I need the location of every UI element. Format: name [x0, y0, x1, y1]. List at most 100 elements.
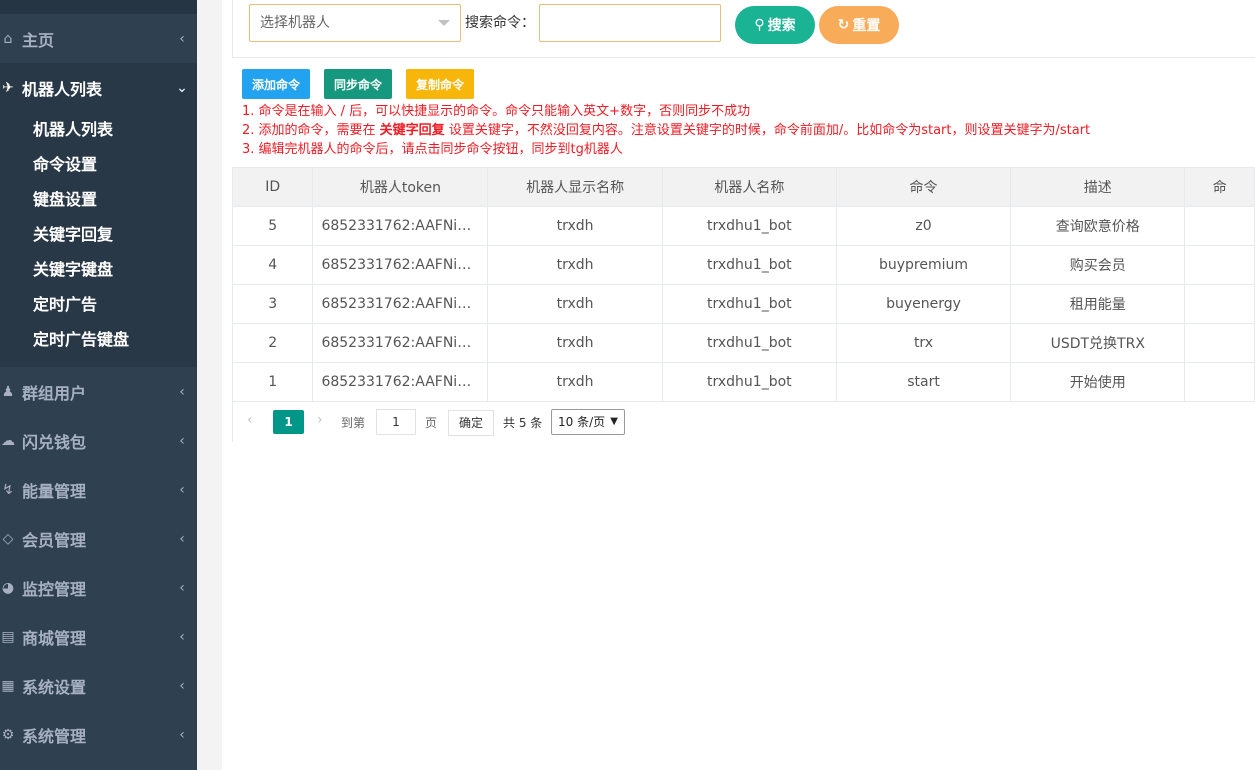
caret-down-icon [438, 20, 450, 26]
page-size-select[interactable]: 10 条/页 ▼ [551, 409, 625, 435]
cell-bot-name: trxdhu1_bot [661, 206, 837, 246]
cell-token: 6852331762:AAFNi3… [312, 284, 489, 324]
chevron-left-icon: ‹ [179, 677, 185, 694]
cell-display-name: trxdh [487, 284, 663, 324]
table-row[interactable]: 5 6852331762:AAFNi3… trxdh trxdhu1_bot z… [231, 206, 1255, 246]
reset-button[interactable]: ↻ 重置 [819, 6, 899, 44]
sidebar: ⌂ 主页 ‹ ✈ 机器人列表 ⌄ 机器人列表 命令设置 键盘设置 关键字回复 关… [0, 0, 197, 770]
cell-command: start [835, 362, 1012, 402]
sidebar-item-label: 系统管理 [22, 726, 87, 746]
submenu-item-scheduled-ads-keyboard[interactable]: 定时广告键盘 [33, 322, 129, 357]
sidebar-item-label: 机器人列表 [22, 79, 103, 99]
cell-description: USDT兑换TRX [1010, 323, 1186, 363]
submenu: 机器人列表 命令设置 键盘设置 关键字回复 关键字键盘 定时广告 定时广告键盘 [0, 112, 197, 367]
reset-button-label: 重置 [852, 18, 881, 34]
table-row[interactable]: 4 6852331762:AAFNi3… trxdh trxdhu1_bot b… [231, 245, 1255, 285]
sidebar-item-members[interactable]: ◇ 会员管理 ‹ [0, 514, 197, 563]
chevron-left-icon[interactable]: ‹ [247, 412, 253, 428]
instructions: 1. 命令是在输入 / 后，可以快捷显示的命令。命令只能输入英文+数字，否则同步… [242, 102, 1090, 159]
table-row[interactable]: 3 6852331762:AAFNi3… trxdh trxdhu1_bot b… [231, 284, 1255, 324]
cell-id: 1 [231, 362, 314, 402]
cell-id: 2 [231, 323, 314, 363]
sidebar-item-robot-list[interactable]: ✈ 机器人列表 ⌄ [0, 63, 197, 112]
cell-more [1184, 362, 1255, 402]
sidebar-item-energy[interactable]: ↯ 能量管理 ‹ [0, 465, 197, 514]
pie-icon: ◕ [1, 579, 15, 596]
cell-more [1184, 245, 1255, 285]
table-row[interactable]: 1 6852331762:AAFNi3… trxdh trxdhu1_bot s… [231, 362, 1255, 402]
column-header-command[interactable]: 命令 [835, 167, 1012, 207]
instruction-text: 设置关键字，不然没回复内容。注意设置关键字的时候，命令前面加/。比如命令为sta… [444, 123, 1091, 138]
cell-token: 6852331762:AAFNi3… [312, 206, 489, 246]
page-number-current[interactable]: 1 [273, 410, 304, 434]
sidebar-item-label: 监控管理 [22, 579, 87, 599]
diamond-icon: ◇ [2, 530, 14, 547]
cell-description: 查询欧意价格 [1010, 206, 1186, 246]
sidebar-header [0, 0, 197, 14]
submenu-item-keyword-keyboard[interactable]: 关键字键盘 [33, 252, 113, 287]
commands-table: ID 机器人token 机器人显示名称 机器人名称 命令 描述 命 5 6852… [231, 167, 1255, 402]
gear-icon: ⚙ [1, 726, 15, 743]
cell-display-name: trxdh [487, 362, 663, 402]
cell-id: 5 [231, 206, 314, 246]
cell-description: 购买会员 [1010, 245, 1186, 285]
cell-token: 6852331762:AAFNi3… [312, 323, 489, 363]
submenu-item-scheduled-ads[interactable]: 定时广告 [33, 287, 97, 322]
cell-command: buypremium [835, 245, 1012, 285]
add-command-button[interactable]: 添加命令 [242, 69, 310, 99]
sidebar-item-group-users[interactable]: ♟ 群组用户 ‹ [0, 367, 197, 416]
goto-page-input[interactable]: 1 [376, 409, 416, 435]
sidebar-item-shop[interactable]: ▤ 商城管理 ‹ [0, 612, 197, 661]
cell-token: 6852331762:AAFNi3… [312, 362, 489, 402]
search-icon: ⚲ [754, 17, 765, 33]
chevron-right-icon[interactable]: › [317, 412, 323, 428]
table-row[interactable]: 2 6852331762:AAFNi3… trxdh trxdhu1_bot t… [231, 323, 1255, 363]
chevron-left-icon: ‹ [179, 628, 185, 645]
instruction-text: 2. 添加的命令，需要在 [242, 123, 380, 138]
column-header-more[interactable]: 命 [1184, 167, 1255, 207]
submenu-item-robot-list[interactable]: 机器人列表 [33, 112, 113, 147]
sidebar-item-home[interactable]: ⌂ 主页 ‹ [0, 14, 197, 63]
bolt-icon: ↯ [2, 481, 14, 498]
cart-icon: ▤ [1, 628, 15, 645]
sidebar-item-flash-wallet[interactable]: ☁ 闪兑钱包 ‹ [0, 416, 197, 465]
goto-confirm-button[interactable]: 确定 [448, 410, 494, 436]
column-header-description[interactable]: 描述 [1010, 167, 1186, 207]
chevron-left-icon: ‹ [179, 579, 185, 596]
submenu-item-command-settings[interactable]: 命令设置 [33, 147, 97, 182]
column-header-display-name[interactable]: 机器人显示名称 [487, 167, 663, 207]
robot-select[interactable]: 选择机器人 [249, 4, 461, 42]
search-button[interactable]: ⚲ 搜索 [735, 6, 815, 44]
column-header-id[interactable]: ID [231, 167, 314, 207]
cell-bot-name: trxdhu1_bot [661, 323, 837, 363]
instruction-highlight: 关键字回复 [379, 123, 445, 138]
column-header-token[interactable]: 机器人token [312, 167, 489, 207]
copy-command-button[interactable]: 复制命令 [406, 69, 474, 99]
content-gutter [197, 0, 222, 770]
sidebar-item-label: 商城管理 [22, 628, 87, 648]
sidebar-item-system-settings[interactable]: ▦ 系统设置 ‹ [0, 661, 197, 710]
sidebar-item-label: 主页 [22, 30, 55, 50]
cell-display-name: trxdh [487, 245, 663, 285]
cell-command: trx [835, 323, 1012, 363]
chevron-left-icon: ‹ [179, 481, 185, 498]
chevron-left-icon: ‹ [179, 432, 185, 449]
sidebar-item-monitor[interactable]: ◕ 监控管理 ‹ [0, 563, 197, 612]
column-header-bot-name[interactable]: 机器人名称 [661, 167, 837, 207]
cell-display-name: trxdh [487, 323, 663, 363]
sync-command-button[interactable]: 同步命令 [324, 69, 392, 99]
sidebar-item-system-admin[interactable]: ⚙ 系统管理 ‹ [0, 710, 197, 759]
cell-more [1184, 206, 1255, 246]
submenu-item-keyboard-settings[interactable]: 键盘设置 [33, 182, 97, 217]
sidebar-item-label: 能量管理 [22, 481, 87, 501]
main-content: 选择机器人 搜索命令： ⚲ 搜索 ↻ 重置 添加命令 同步命令 复制命令 1. … [222, 0, 1255, 770]
sidebar-item-label: 会员管理 [22, 530, 87, 550]
chevron-down-icon: ⌄ [176, 79, 188, 96]
submenu-item-keyword-reply[interactable]: 关键字回复 [33, 217, 113, 252]
search-command-input[interactable] [539, 4, 721, 42]
chevron-left-icon: ‹ [179, 530, 185, 547]
chevron-down-icon: ▼ [610, 416, 618, 427]
home-icon: ⌂ [3, 30, 13, 47]
total-count: 共 5 条 [503, 416, 543, 430]
cell-id: 4 [231, 245, 314, 285]
